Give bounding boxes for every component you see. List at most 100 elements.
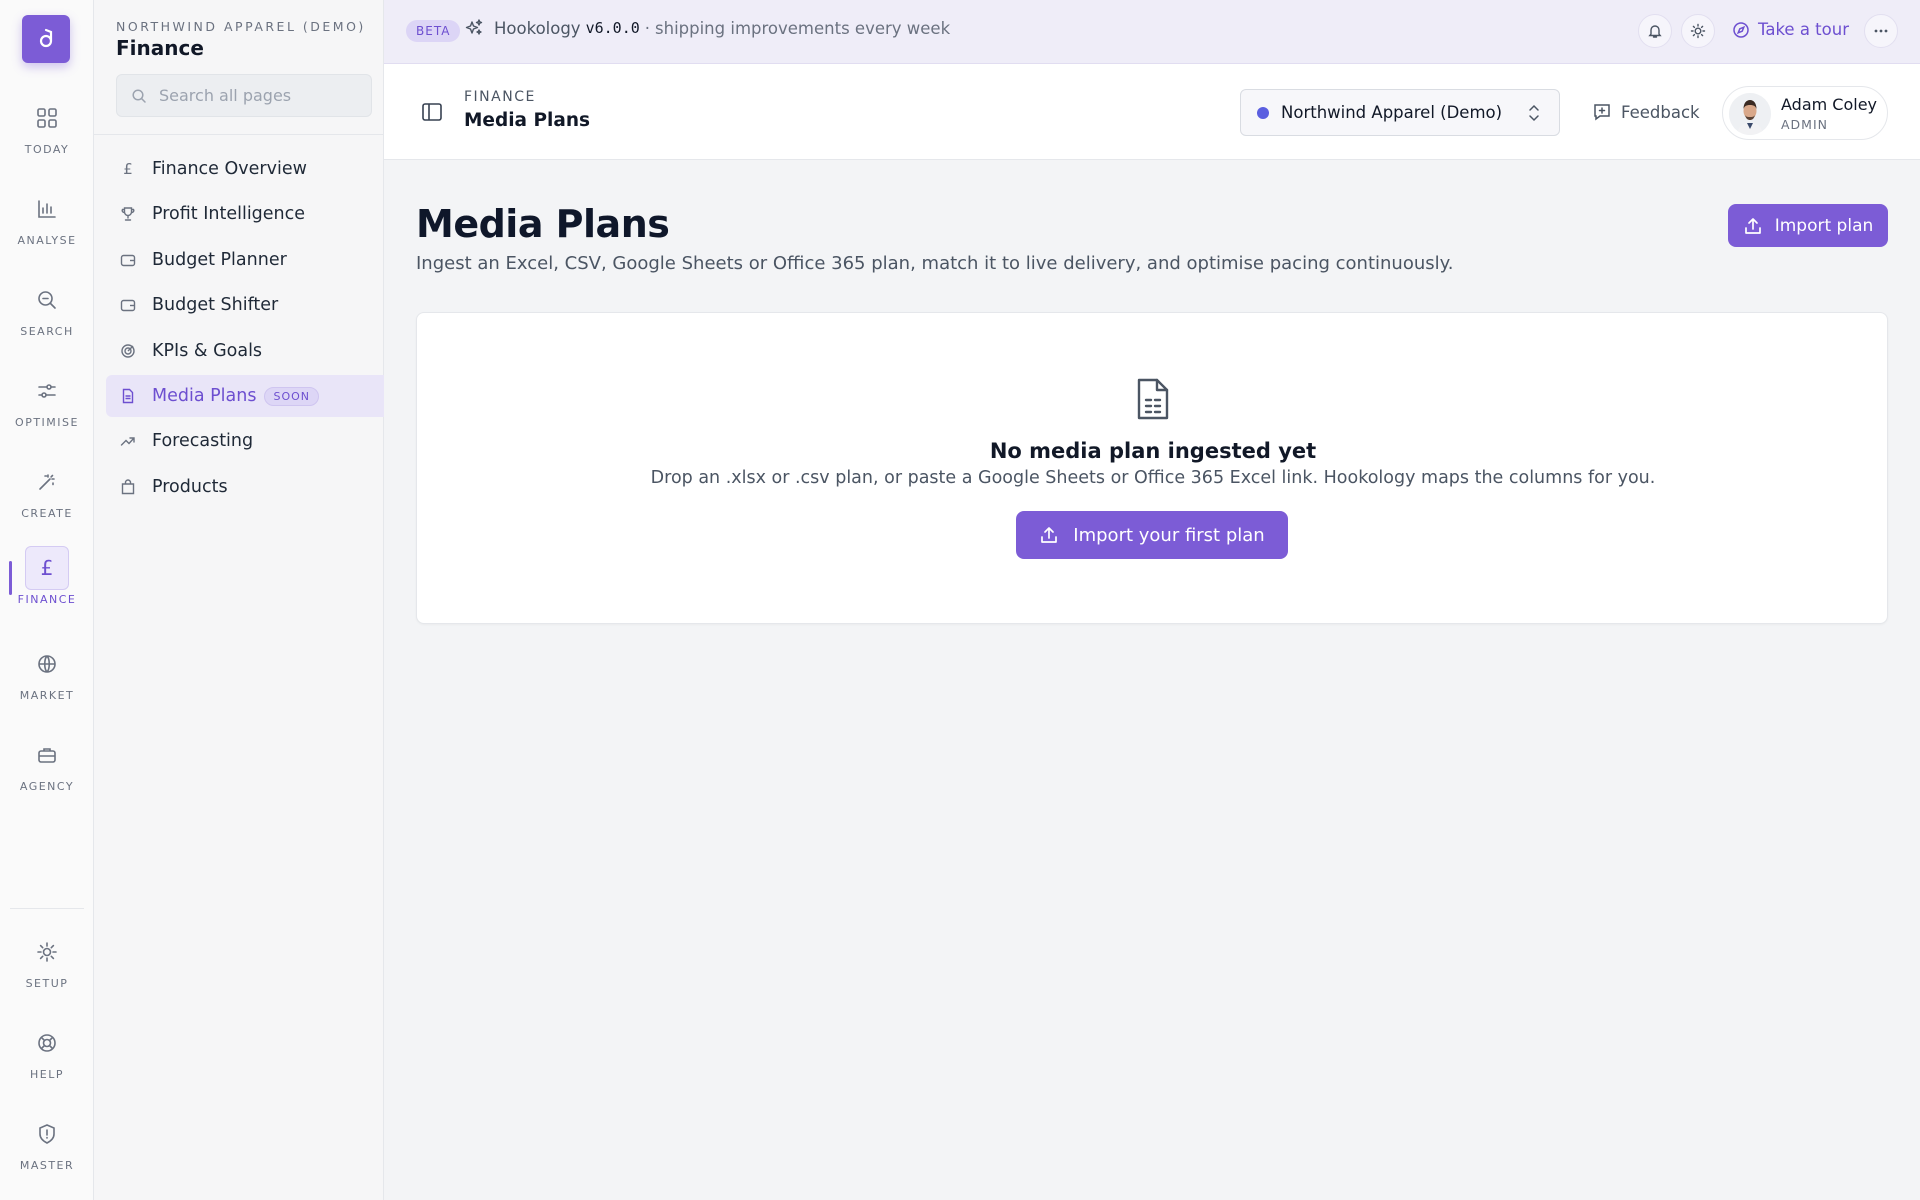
rail-label: SETUP (25, 977, 69, 990)
sidebar-item-label: Forecasting (152, 431, 254, 451)
sidebar-item-products[interactable]: Products (106, 466, 384, 508)
product-name: Hookology (494, 18, 581, 38)
rail-item-analyse[interactable]: ANALYSE (0, 187, 94, 261)
announcement-banner: BETA Hookology v6.0.0 · shipping improve… (384, 0, 1920, 64)
sidebar-item-label: Profit Intelligence (152, 204, 306, 224)
empty-state-text: Drop an .xlsx or .csv plan, or paste a G… (650, 468, 1656, 488)
trend-up-icon (120, 437, 135, 446)
feedback-button[interactable]: Feedback (1592, 102, 1700, 122)
rail-label: OPTIMISE (15, 416, 79, 429)
rail-label: SEARCH (20, 325, 74, 338)
version-text: v6.0.0 (585, 19, 640, 37)
app-logo[interactable] (22, 15, 70, 63)
rail-item-market[interactable]: MARKET (0, 642, 94, 716)
sidebar-item-finance-overview[interactable]: £ Finance Overview (106, 148, 384, 190)
page-subtitle: Ingest an Excel, CSV, Google Sheets or O… (416, 253, 1454, 274)
rail-item-setup[interactable]: SETUP (0, 930, 94, 1004)
target-icon (121, 344, 135, 358)
sidebar-item-label: KPIs & Goals (152, 341, 263, 361)
user-name: Adam Coley (1781, 95, 1878, 114)
sun-gear-icon (37, 942, 57, 962)
notifications-button[interactable] (1638, 14, 1672, 48)
empty-state-card: No media plan ingested yet Drop an .xlsx… (416, 312, 1888, 624)
user-menu[interactable]: Adam Coley ADMIN (1722, 86, 1888, 140)
feedback-label: Feedback (1621, 102, 1700, 122)
trophy-icon (121, 207, 135, 221)
spreadsheet-document-icon (1137, 378, 1169, 420)
rail-label: FINANCE (17, 593, 77, 606)
import-plan-button[interactable]: Import plan (1728, 204, 1888, 247)
rail-label: MARKET (19, 689, 75, 702)
breadcrumb-section: FINANCE (464, 89, 536, 105)
sparkle-icon (465, 19, 483, 35)
rail-item-finance[interactable]: £ FINANCE (0, 546, 94, 620)
rail-item-create[interactable]: CREATE (0, 460, 94, 534)
document-icon (122, 388, 134, 404)
sidebar-toggle-icon[interactable] (420, 100, 444, 124)
rail-item-help[interactable]: HELP (0, 1021, 94, 1095)
import-plan-label: Import plan (1774, 215, 1874, 236)
pound-icon: £ (40, 556, 54, 580)
sidebar-item-profit-intelligence[interactable]: Profit Intelligence (106, 193, 384, 235)
icon-rail: TODAY ANALYSE SEARCH OPTIMISE CREATE £ F… (0, 0, 94, 1200)
rail-label: HELP (30, 1068, 64, 1081)
banner-tagline: shipping improvements every week (655, 18, 951, 38)
search-box[interactable] (116, 74, 372, 117)
sidebar-item-label: Finance Overview (152, 159, 307, 179)
sidebar-item-budget-shifter[interactable]: Budget Shifter (106, 284, 384, 326)
search-input[interactable] (159, 86, 359, 105)
rail-divider (10, 908, 84, 909)
rail-label: AGENCY (19, 780, 75, 793)
sidebar-item-budget-planner[interactable]: Budget Planner (106, 239, 384, 281)
page-title: Media Plans (416, 202, 670, 246)
rail-label: CREATE (21, 507, 73, 520)
rail-item-optimise[interactable]: OPTIMISE (0, 369, 94, 443)
search-icon (132, 88, 146, 103)
sidebar-item-label: Media Plans (152, 386, 257, 406)
more-horizontal-icon (1874, 29, 1888, 33)
sidebar-item-kpis-goals[interactable]: KPIs & Goals (106, 330, 384, 372)
feedback-icon (1594, 104, 1610, 121)
shopping-bag-icon (121, 479, 135, 495)
sliders-icon (38, 384, 56, 398)
import-first-plan-button[interactable]: Import your first plan (1016, 511, 1288, 559)
rail-label: TODAY (24, 143, 70, 156)
pound-icon: £ (123, 160, 133, 178)
rail-item-search[interactable]: SEARCH (0, 278, 94, 352)
import-first-plan-label: Import your first plan (1073, 524, 1265, 546)
lifebuoy-icon (38, 1034, 56, 1052)
sidebar-item-label: Budget Planner (152, 250, 287, 270)
logo-icon (39, 28, 53, 48)
chevron-up-down-icon (1529, 104, 1539, 122)
rail-item-agency[interactable]: AGENCY (0, 733, 94, 807)
theme-toggle-button[interactable] (1681, 14, 1715, 48)
banner-separator: · (644, 18, 651, 38)
more-options-button[interactable] (1864, 14, 1898, 48)
sidebar-item-label: Budget Shifter (152, 295, 279, 315)
sidebar-item-media-plans[interactable]: Media Plans SOON (106, 375, 384, 417)
compass-icon (1733, 21, 1749, 38)
section-sidebar: NORTHWIND APPAREL (DEMO) Finance £ Finan… (94, 0, 384, 1200)
rail-item-master[interactable]: MASTER (0, 1112, 94, 1186)
rail-label: ANALYSE (17, 234, 77, 247)
soon-badge: SOON (264, 386, 320, 406)
section-title: Finance (116, 36, 204, 60)
org-name: NORTHWIND APPAREL (DEMO) (116, 19, 366, 34)
sidebar-item-forecasting[interactable]: Forecasting (106, 420, 384, 462)
shield-icon (39, 1124, 55, 1144)
take-tour-label: Take a tour (1758, 20, 1849, 39)
user-role: ADMIN (1781, 117, 1828, 132)
rail-item-today[interactable]: TODAY (0, 96, 94, 170)
org-selector[interactable]: Northwind Apparel (Demo) (1240, 89, 1560, 136)
upload-icon (1041, 527, 1058, 543)
bar-chart-icon (38, 200, 56, 218)
rail-label: MASTER (19, 1159, 75, 1172)
empty-state-title: No media plan ingested yet (989, 439, 1317, 463)
globe-icon (38, 655, 56, 673)
bell-icon (1648, 25, 1662, 38)
sidebar-item-label: Products (152, 477, 228, 497)
org-status-dot (1257, 106, 1269, 119)
take-tour-link[interactable]: Take a tour (1732, 20, 1849, 39)
banner-message: Hookology v6.0.0 · shipping improvements… (464, 18, 950, 38)
search-icon (38, 291, 56, 309)
